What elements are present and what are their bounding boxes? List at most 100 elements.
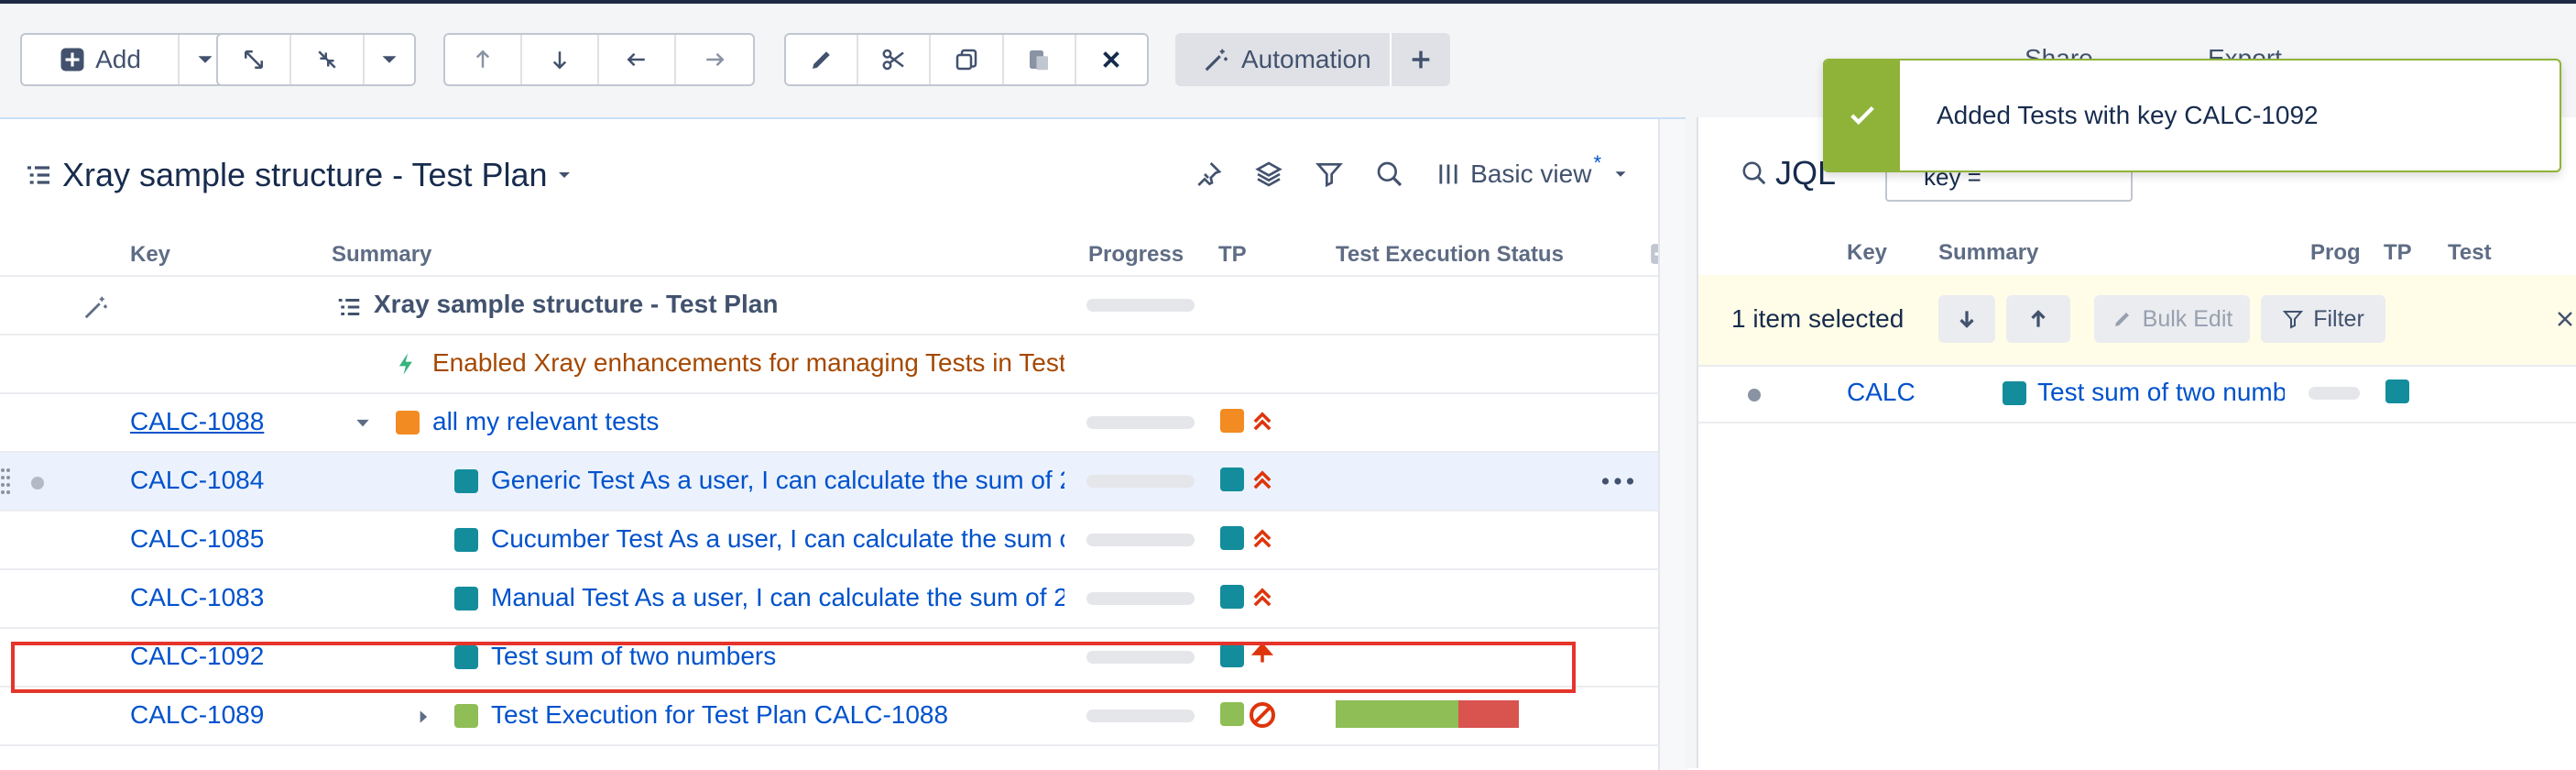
row-summary[interactable]: Generic Test As a user, I can calculate … — [491, 466, 1064, 495]
move-left-button[interactable] — [599, 35, 676, 84]
automation-group: Automation — [1175, 33, 1450, 86]
table-row[interactable]: CALC-1088 all my relevant tests — [0, 394, 1658, 453]
row-summary[interactable]: Manual Test As a user, I can calculate t… — [491, 583, 1064, 612]
bulk-edit-button[interactable]: Bulk Edit — [2094, 295, 2250, 343]
chevron-right-icon[interactable] — [414, 708, 432, 726]
filter-icon — [2283, 311, 2304, 329]
move-up-button[interactable] — [2006, 295, 2070, 343]
table-row[interactable]: CALC-1083 Manual Test As a user, I can c… — [0, 570, 1658, 629]
row-dot-icon — [31, 477, 44, 490]
paste-button[interactable] — [1004, 35, 1076, 84]
panel-divider[interactable] — [1686, 117, 1697, 768]
magic-wand-icon — [84, 296, 107, 319]
caret-down-icon — [382, 56, 397, 63]
edit-button[interactable] — [786, 35, 859, 84]
col-test-execution-status[interactable]: Test Execution Status — [1336, 242, 1564, 268]
filter-icon[interactable] — [1315, 160, 1344, 189]
col-progress[interactable]: Prog — [2310, 240, 2361, 266]
col-test-execution-status[interactable]: Test — [2448, 240, 2492, 266]
structure-icon — [27, 166, 49, 184]
issue-key-link[interactable]: CALC-1083 — [130, 583, 264, 612]
structure-title-text: Xray sample structure - Test Plan — [62, 156, 548, 193]
drag-handle-icon[interactable] — [0, 468, 11, 495]
table-row[interactable]: CALC-1089 Test Execution for Test Plan C… — [0, 688, 1658, 746]
paste-icon — [1030, 50, 1049, 71]
expand-button[interactable] — [218, 35, 291, 84]
row-summary: Enabled Xray enhancements for managing T… — [432, 348, 1064, 377]
move-group — [443, 33, 755, 86]
close-icon[interactable] — [2554, 308, 2576, 330]
automation-label: Automation — [1241, 45, 1371, 73]
blocked-icon — [1250, 702, 1275, 728]
search-icon[interactable] — [1375, 160, 1404, 189]
more-actions-icon[interactable] — [1601, 477, 1634, 486]
expand-dropdown-button[interactable] — [365, 35, 414, 84]
collapse-button[interactable] — [291, 35, 365, 84]
toast-status-strip — [1825, 60, 1900, 170]
col-summary[interactable]: Summary — [332, 242, 431, 268]
row-summary[interactable]: Cucumber Test As a user, I can calculate… — [491, 524, 1064, 554]
col-summary[interactable]: Summary — [1938, 240, 2038, 266]
col-tp[interactable]: TP — [1218, 242, 1247, 268]
row-summary[interactable]: all my relevant tests — [432, 407, 659, 436]
expand-icon — [245, 50, 263, 69]
plus-box-icon — [60, 48, 84, 72]
move-right-button[interactable] — [676, 35, 753, 84]
cut-button[interactable] — [858, 35, 932, 84]
table-row[interactable]: CALC Test sum of two numb — [1698, 365, 2576, 424]
layers-icon[interactable] — [1254, 160, 1283, 189]
copy-icon — [955, 49, 977, 71]
progress-bar — [2309, 387, 2360, 400]
status-passed-segment — [1336, 700, 1458, 728]
edit-group — [784, 33, 1149, 86]
automation-add-button[interactable] — [1392, 33, 1450, 86]
vertical-scrollbar[interactable] — [1658, 119, 1687, 770]
filter-button[interactable]: Filter — [2261, 295, 2385, 343]
col-progress[interactable]: Progress — [1088, 242, 1184, 268]
highlight-box — [11, 642, 1576, 693]
structure-icon — [338, 299, 360, 315]
structure-title[interactable]: Xray sample structure - Test Plan — [24, 156, 575, 194]
table-row[interactable]: CALC-1084 Generic Test As a user, I can … — [0, 453, 1658, 512]
copy-button[interactable] — [931, 35, 1004, 84]
add-button[interactable]: Add — [22, 35, 180, 84]
caret-down-icon — [558, 172, 570, 178]
filter-label: Filter — [2313, 305, 2364, 332]
issue-key-link[interactable]: CALC-1085 — [130, 524, 264, 554]
row-summary[interactable]: Test Execution for Test Plan CALC-1088 — [491, 700, 948, 730]
arrow-up-icon — [475, 50, 490, 68]
progress-bar — [1086, 416, 1195, 429]
scissors-icon — [882, 49, 904, 71]
delete-button[interactable] — [1076, 35, 1147, 84]
search-mode-selector[interactable]: JQL — [1741, 154, 1836, 192]
view-selector[interactable]: Basic view * — [1435, 151, 1631, 189]
plus-icon — [1412, 50, 1430, 69]
issue-key-link[interactable]: CALC-1088 — [130, 407, 264, 436]
table-row[interactable]: CALC-1085 Cucumber Test As a user, I can… — [0, 512, 1658, 570]
caret-down-icon — [198, 56, 213, 63]
issue-key-link[interactable]: CALC-1084 — [130, 466, 264, 495]
row-summary[interactable]: Test sum of two numb — [2037, 378, 2285, 407]
move-up-button[interactable] — [445, 35, 522, 84]
pin-icon[interactable] — [1194, 160, 1223, 189]
move-down-button[interactable] — [1938, 295, 1995, 343]
issue-key-link[interactable]: CALC — [1847, 378, 1920, 407]
test-issue-icon — [1220, 526, 1244, 550]
automation-button[interactable]: Automation — [1175, 33, 1390, 86]
col-key[interactable]: Key — [130, 242, 170, 268]
lightning-icon — [398, 353, 412, 375]
col-key[interactable]: Key — [1847, 240, 1887, 266]
arrow-down-icon — [552, 51, 567, 70]
table-row[interactable]: Xray sample structure - Test Plan — [0, 277, 1658, 336]
arrow-up-icon — [2031, 310, 2046, 327]
move-down-button[interactable] — [522, 35, 599, 84]
issue-key-link[interactable]: CALC-1089 — [130, 700, 264, 730]
table-row[interactable]: Enabled Xray enhancements for managing T… — [0, 336, 1658, 394]
chevron-down-icon[interactable] — [354, 414, 372, 433]
test-issue-icon — [1220, 468, 1244, 491]
search-panel: JQL key = Key Summary Prog TP Test 1 ite… — [1697, 117, 2576, 768]
arrow-right-icon — [706, 52, 725, 67]
close-icon — [1103, 51, 1120, 68]
pencil-icon — [812, 51, 830, 69]
col-tp[interactable]: TP — [2384, 240, 2412, 266]
